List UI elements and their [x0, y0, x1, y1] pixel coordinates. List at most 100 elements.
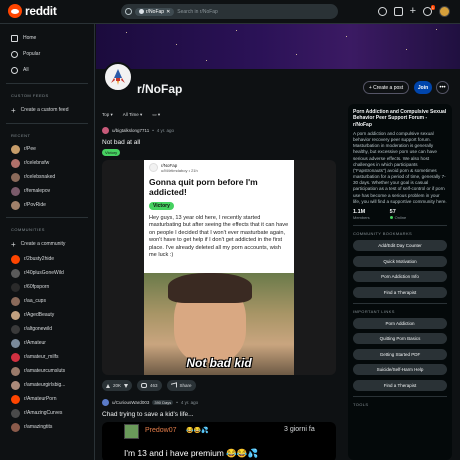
author-avatar[interactable] — [102, 127, 109, 134]
post-image[interactable]: r/NoFap u/M4rtimdaboy • 21h Gonna quit p… — [102, 160, 336, 375]
nav-home[interactable]: Home — [6, 30, 88, 46]
image-user-name: Predow07 — [145, 427, 177, 434]
community-item[interactable]: r/2busty2hide — [6, 252, 88, 266]
communities-title[interactable]: COMMUNITIES — [11, 227, 88, 232]
community-label: r/amateurgirlsbig... — [24, 382, 66, 388]
upvote-icon[interactable] — [106, 383, 110, 388]
community-avatar — [11, 254, 20, 264]
bookmarks-title: COMMUNITY BOOKMARKS — [353, 231, 413, 236]
advertise-icon[interactable] — [377, 7, 387, 16]
community-item[interactable]: r/celebnsfw — [6, 156, 88, 170]
community-item[interactable]: r/amazingtits — [6, 420, 88, 434]
bookmark-button[interactable]: Porn Addiction Info — [353, 271, 447, 282]
post-age: 4 yr. ago — [156, 128, 175, 133]
community-avatar — [11, 408, 20, 418]
recent-title[interactable]: RECENT — [11, 133, 88, 138]
chat-icon[interactable] — [393, 7, 403, 16]
subreddit-avatar[interactable] — [103, 62, 133, 92]
chip-close-icon[interactable]: ✕ — [166, 9, 170, 15]
search-subreddit-chip[interactable]: r/NoFap ✕ — [135, 7, 175, 16]
recent-list: r/Pee r/celebnsfw r/celebsnaked r/femalepov… — [6, 142, 88, 212]
downvote-icon[interactable] — [124, 383, 129, 388]
community-avatar — [11, 394, 20, 404]
share-button[interactable]: Share — [166, 380, 196, 391]
post-title[interactable]: Not bad at all — [102, 139, 340, 146]
post-image[interactable]: Predow07 😂😂💦 3 giorni fa I'm 13 and i ha… — [102, 422, 336, 460]
community-item[interactable]: r/amateurgirlsbig... — [6, 378, 88, 392]
author-avatar[interactable] — [102, 399, 109, 406]
more-options-button[interactable]: ••• — [436, 81, 449, 94]
important-link-button[interactable]: Porn Addiction — [353, 317, 447, 329]
sort-row: Top ▾ All Time ▾ ▭ ▾ — [102, 112, 160, 118]
community-stats: 1.1M Members 57 Online — [353, 209, 447, 220]
community-item[interactable]: r/femalepov — [6, 184, 88, 198]
comments-button[interactable]: 463 — [137, 380, 162, 391]
community-item[interactable]: r/aa_cups — [6, 294, 88, 308]
vote-count: 20K — [113, 383, 122, 388]
bookmark-button[interactable]: Find a Therapist — [353, 286, 447, 298]
nav-popular[interactable]: Popular — [6, 46, 88, 62]
screenshot-body: Hey guys, 13 year old here, I recently s… — [149, 214, 289, 259]
community-label: r/AgedBeauty — [24, 312, 55, 318]
community-label: r/AmazingCurves — [24, 410, 63, 416]
post-separator: • — [152, 128, 154, 133]
important-link-button[interactable]: Find a Therapist — [353, 379, 447, 391]
important-link-button[interactable]: Quitting Porn Basics — [353, 333, 447, 344]
rocket-icon — [111, 69, 125, 85]
community-description: A porn addiction and compulsive sexual b… — [353, 130, 447, 204]
notification-bell-icon[interactable]: 1 — [423, 5, 435, 16]
community-item[interactable]: r/AmateurPorn — [6, 392, 88, 406]
community-item[interactable]: r/Amateur — [6, 336, 88, 350]
reddit-snoo-icon — [8, 4, 22, 18]
community-avatar — [11, 200, 20, 210]
create-custom-feed[interactable]: + Create a custom feed — [6, 102, 88, 118]
view-toggle[interactable]: ▭ ▾ — [152, 112, 160, 118]
create-community[interactable]: + Create a community — [6, 236, 88, 252]
post-author[interactable]: u/CuriousWard003 — [112, 400, 149, 405]
sort-dropdown[interactable]: Top ▾ — [102, 112, 113, 118]
important-link-button[interactable]: Getting Started PDF — [353, 348, 447, 360]
members-label: Members — [353, 215, 370, 220]
reddit-logo[interactable]: reddit — [8, 4, 57, 18]
post-title[interactable]: Chad trying to save a kid's life... — [102, 411, 340, 418]
image-text-emoji: 😂😂💦 — [226, 448, 259, 458]
meme-image: Not bad kid — [144, 273, 294, 375]
nav-all[interactable]: All — [6, 62, 88, 78]
screenshot-flair: Victory — [149, 201, 174, 210]
join-button[interactable]: Join — [414, 81, 432, 94]
community-item[interactable]: r/60fpsporn — [6, 280, 88, 294]
divider — [6, 83, 88, 84]
community-item[interactable]: r/AgedBeauty — [6, 308, 88, 322]
image-timestamp: 3 giorni fa — [284, 426, 315, 433]
community-item[interactable]: r/AmazingCurves — [6, 406, 88, 420]
community-item[interactable]: r/PovRide — [6, 198, 88, 212]
screenshot-title: Gonna quit porn before I'm addicted! — [149, 177, 258, 197]
bookmark-button[interactable]: Quick Motivation — [353, 255, 447, 267]
create-post-button[interactable]: + Create a post — [363, 81, 409, 94]
create-post-icon[interactable]: + — [410, 6, 416, 17]
links-list: Porn Addiction Quitting Porn Basics Gettin… — [353, 317, 447, 391]
community-item[interactable]: r/Pee — [6, 142, 88, 156]
community-label: r/Pee — [24, 146, 36, 152]
post-flair[interactable]: Victory — [102, 149, 121, 156]
time-dropdown[interactable]: All Time ▾ — [123, 112, 143, 118]
post-card[interactable]: u/bigtalkslong7711 • 4 yr. ago Not bad a… — [102, 127, 340, 391]
post-card[interactable]: u/CuriousWard003 390 Days • 4 yr. ago Ch… — [102, 399, 340, 460]
home-icon — [11, 34, 18, 42]
community-label: r/aa_cups — [24, 298, 46, 304]
screenshot-user: u/M4rtimdaboy • 21h — [161, 168, 198, 173]
community-item[interactable]: r/amateurcumsluts — [6, 364, 88, 378]
create-community-label: Create a community — [20, 241, 66, 247]
community-item[interactable]: r/amateur_milfs — [6, 350, 88, 364]
search-input[interactable]: r/NoFap ✕ Search in r/NoFap — [121, 4, 338, 19]
create-post-label: Create a post — [373, 84, 404, 91]
community-item[interactable]: r/altgonewild — [6, 322, 88, 336]
community-item[interactable]: r/celebsnaked — [6, 170, 88, 184]
custom-feeds-title[interactable]: CUSTOM FEEDS — [11, 93, 88, 98]
bookmark-button[interactable]: Add/Edit Day Counter — [353, 240, 447, 251]
user-avatar[interactable] — [439, 6, 450, 17]
community-item[interactable]: r/40plusGoneWild — [6, 266, 88, 280]
important-link-button[interactable]: Suicide/Self-Harm Help — [353, 364, 447, 375]
community-title: Porn Addiction and Compulsive Sexual Beh… — [353, 109, 447, 128]
post-author[interactable]: u/bigtalkslong7711 — [112, 128, 149, 133]
